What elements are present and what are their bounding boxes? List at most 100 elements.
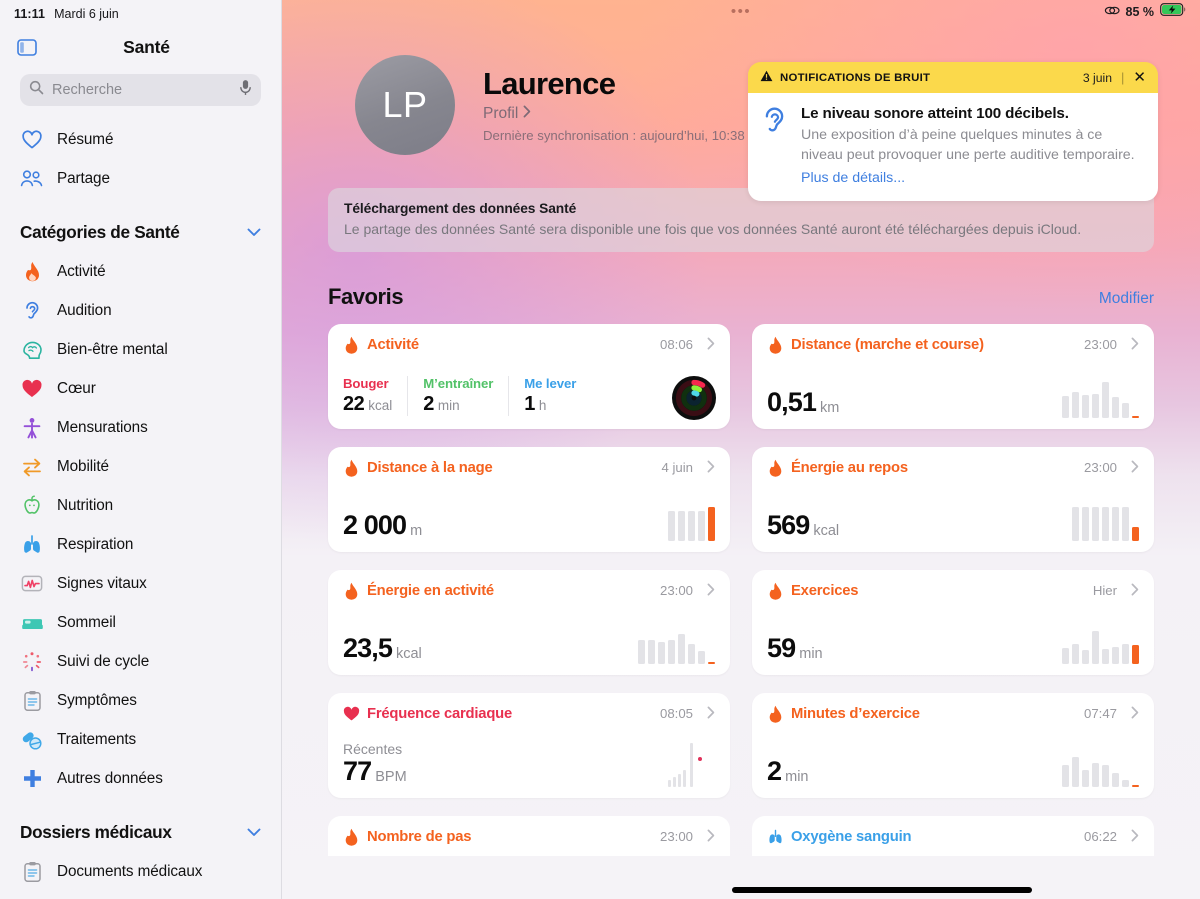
card-value: 2 [767, 756, 782, 786]
profile-link-label: Profil [483, 104, 519, 122]
chart-bar [1082, 395, 1089, 418]
card-title: Distance (marche et course) [791, 336, 984, 353]
edit-favorites-button[interactable]: Modifier [1099, 290, 1154, 310]
favorites-header: Favoris Modifier [328, 284, 1154, 310]
card-title: Distance à la nage [367, 459, 493, 476]
chart-bar [1112, 647, 1119, 664]
chevron-down-icon[interactable] [247, 225, 261, 240]
card-distance-nage[interactable]: Distance à la nage 4 juin 2 000 m [328, 447, 730, 552]
chart-bar [1102, 765, 1109, 787]
noise-notification-card[interactable]: NOTIFICATIONS DE BRUIT 3 juin | ✕ Le niv… [748, 62, 1158, 202]
notification-text-group: Le niveau sonore atteint 100 décibels. U… [801, 105, 1142, 186]
sidebar-item-coeur[interactable]: Cœur [0, 369, 281, 408]
close-icon[interactable]: ✕ [1133, 70, 1146, 85]
search-icon [29, 80, 44, 100]
status-right-group: 85 % [1104, 3, 1187, 21]
chart-bar [1122, 507, 1129, 541]
chart-bar [688, 644, 695, 664]
chevron-down-icon[interactable] [247, 825, 261, 840]
screen-mirroring-icon [1104, 3, 1120, 21]
card-unit: m [410, 523, 423, 539]
chart-bar [688, 511, 695, 541]
sidebar-item-label: Suivi de cycle [57, 652, 150, 670]
chart-bar [638, 640, 645, 664]
card-exercices[interactable]: Exercices Hier 59 min [752, 570, 1154, 675]
sidebar-item-label: Mobilité [57, 457, 109, 475]
chart-bar-highlight [1132, 416, 1139, 418]
card-energie-en-activite[interactable]: Énergie en activité 23:00 23,5 kcal [328, 570, 730, 675]
search-input[interactable]: Recherche [20, 74, 261, 106]
card-unit: kcal [395, 646, 422, 662]
ear-icon [761, 105, 789, 186]
flame-icon [767, 459, 784, 477]
card-body: Récentes 77 BPM [343, 741, 715, 785]
chart-bar [658, 642, 665, 664]
card-body: 2 000 m [343, 512, 715, 540]
cycle-icon [20, 650, 44, 674]
sidebar-status-bar: 11:11 Mardi 6 juin [0, 0, 281, 22]
sidebar-item-mobilite[interactable]: Mobilité [0, 447, 281, 486]
chart-bar-highlight [708, 662, 715, 664]
mini-bar-chart [1062, 620, 1139, 664]
chart-bar [1102, 382, 1109, 418]
card-time: 23:00 [1083, 460, 1117, 475]
multitask-handle-icon[interactable]: ••• [731, 4, 751, 19]
flame-icon [343, 828, 360, 846]
activity-exercise-label: M’entraîner [423, 376, 494, 391]
card-header: Énergie en activité 23:00 [343, 582, 715, 600]
heart-filled-icon [343, 705, 360, 722]
chart-bar [1072, 644, 1079, 664]
mini-bar-chart [1062, 374, 1139, 418]
sidebar-item-symptomes[interactable]: Symptômes [0, 681, 281, 720]
activity-stand: Me lever 1 h [524, 376, 591, 416]
card-activite[interactable]: Activité 08:06 Bouger 22 kcal M’entraîne… [328, 324, 730, 429]
sidebar-item-documents-medicaux[interactable]: Documents médicaux [0, 852, 281, 891]
flame-icon [767, 705, 784, 723]
microphone-icon[interactable] [239, 79, 252, 101]
sidebar-item-resume[interactable]: Résumé [0, 120, 281, 159]
sidebar-item-audition[interactable]: Audition [0, 291, 281, 330]
activity-stand-unit: h [538, 398, 547, 413]
card-nombre-de-pas[interactable]: Nombre de pas 23:00 [328, 816, 730, 856]
sidebar-item-autres-donnees[interactable]: Autres données [0, 759, 281, 798]
card-minutes-exercice[interactable]: Minutes d’exercice 07:47 2 min [752, 693, 1154, 798]
home-indicator[interactable] [732, 887, 1032, 893]
card-energie-au-repos[interactable]: Énergie au repos 23:00 569 kcal [752, 447, 1154, 552]
sidebar-item-mensurations[interactable]: Mensurations [0, 408, 281, 447]
notification-more-details-link[interactable]: Plus de détails... [801, 170, 1142, 186]
chart-bar-highlight [1132, 527, 1139, 541]
activity-move-unit: kcal [368, 398, 393, 413]
card-time: 08:05 [659, 706, 693, 721]
card-oxygene-sanguin[interactable]: Oxygène sanguin 06:22 [752, 816, 1154, 856]
sidebar-section-records[interactable]: Dossiers médicaux [0, 812, 281, 852]
app-title: Santé [123, 36, 170, 57]
sidebar-item-suivi-de-cycle[interactable]: Suivi de cycle [0, 642, 281, 681]
sidebar-item-activite[interactable]: Activité [0, 252, 281, 291]
chart-bar [1092, 631, 1099, 664]
download-banner-description: Le partage des données Santé sera dispon… [344, 221, 1082, 237]
main-content: ••• 85 % LP Laurence Profil Dernière syn… [282, 0, 1200, 899]
card-value: 0,51 [767, 387, 817, 417]
vitals-waveform-icon [20, 572, 44, 596]
chart-bar-highlight [708, 507, 715, 541]
sidebar-item-partage[interactable]: Partage [0, 159, 281, 198]
notification-body: Le niveau sonore atteint 100 décibels. U… [748, 93, 1158, 202]
sidebar-section-categories[interactable]: Catégories de Santé [0, 212, 281, 252]
card-distance-marche-course[interactable]: Distance (marche et course) 23:00 0,51 k… [752, 324, 1154, 429]
avatar[interactable]: LP [355, 55, 455, 155]
sidebar-item-sommeil[interactable]: Sommeil [0, 603, 281, 642]
sidebar-item-respiration[interactable]: Respiration [0, 525, 281, 564]
sidebar-item-traitements[interactable]: Traitements [0, 720, 281, 759]
profile-text-group: Laurence Profil Dernière synchronisation… [483, 67, 745, 143]
card-header: Oxygène sanguin 06:22 [767, 828, 1139, 845]
sidebar-item-nutrition[interactable]: Nutrition [0, 486, 281, 525]
card-frequence-cardiaque[interactable]: Fréquence cardiaque 08:05 Récentes 77 BP… [328, 693, 730, 798]
chart-bar [1112, 507, 1119, 541]
card-unit: kcal [813, 523, 840, 539]
sidebar-categories-list: Activité Audition Bien-être mental Cœur [0, 252, 281, 798]
card-title: Activité [367, 336, 419, 353]
profile-link[interactable]: Profil [483, 105, 745, 123]
sidebar-item-signes-vitaux[interactable]: Signes vitaux [0, 564, 281, 603]
sidebar-item-bien-etre-mental[interactable]: Bien-être mental [0, 330, 281, 369]
activity-move: Bouger 22 kcal [343, 376, 409, 416]
